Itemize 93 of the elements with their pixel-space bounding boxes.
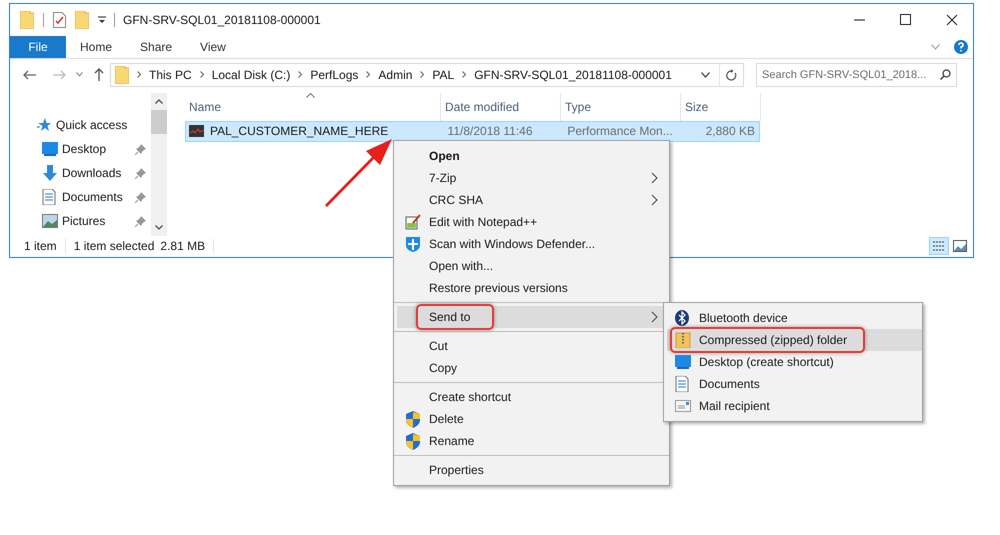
address-bar[interactable]: This PC Local Disk (C:) PerfLogs Admin PAL GFN-SRV-SQL01_20181108-000001 [110,62,744,87]
menu-item[interactable]: Create shortcut [397,386,666,408]
menu-item[interactable]: Copy [397,357,666,379]
menu-item[interactable]: Open [397,145,666,167]
menu-item[interactable]: Edit with Notepad++ [397,211,666,233]
date-cell-text: 11/8/2018 11:46 [446,123,534,140]
breadcrumb[interactable]: PAL [432,66,454,84]
chevron-down-icon[interactable] [701,72,710,78]
breadcrumb[interactable]: This PC [149,66,192,84]
chevron-right-icon [651,172,658,184]
file-row[interactable]: PAL_CUSTOMER_NAME_HERE 11/8/2018 11:46 Performance Mon... 2,880 KB [185,120,760,142]
notepad-icon [405,214,421,230]
menu-item[interactable]: Documents [667,373,922,395]
breadcrumb-separator-icon[interactable] [366,71,370,78]
scrollbar[interactable] [151,92,167,236]
breadcrumb[interactable]: Admin [378,66,412,84]
folder-icon [75,10,89,29]
envelope-icon [675,400,691,412]
breadcrumb-separator-icon[interactable] [462,71,466,78]
help-icon[interactable] [954,40,968,54]
monitor-icon [675,355,691,369]
item-count: 1 item [24,238,57,256]
ribbon-tab[interactable]: View [186,36,240,58]
annotation-arrow [322,137,394,209]
shield-icon [405,432,421,450]
picture-icon [42,214,58,228]
star-icon [36,116,52,133]
chevron-right-icon [651,194,658,206]
menu-item[interactable]: Open with... [397,255,666,277]
selection-size: 2.81 MB [160,238,206,256]
breadcrumb-separator-icon[interactable] [298,71,302,78]
refresh-icon[interactable] [726,68,737,81]
pin-icon[interactable] [135,166,147,179]
pin-icon[interactable] [135,142,147,155]
properties-icon[interactable] [53,12,66,28]
up-arrow-icon[interactable] [94,68,104,82]
scroll-up-icon[interactable] [155,98,163,104]
scroll-down-icon[interactable] [155,224,163,230]
file-name: PAL_CUSTOMER_NAME_HERE [210,123,390,140]
menu-item[interactable]: Desktop (create shortcut) [667,351,922,373]
bluetooth-icon [675,310,689,326]
thumbnails-view-icon[interactable] [953,240,967,252]
menu-item[interactable]: Bluetooth device [667,307,922,329]
menu-item[interactable]: Properties [397,459,666,481]
breadcrumb[interactable]: GFN-SRV-SQL01_20181108-000001 [474,66,672,84]
breadcrumb-separator-icon[interactable] [137,71,141,78]
menu-item[interactable]: Delete [397,408,666,430]
download-icon [42,164,58,181]
breadcrumb-separator-icon[interactable] [420,71,424,78]
document-icon [675,376,689,392]
chevron-right-icon [651,311,658,323]
menu-item[interactable]: Rename [397,430,666,452]
back-arrow-icon[interactable] [23,70,36,80]
sort-caret-icon [306,92,315,98]
menu-item[interactable]: Restore previous versions [397,277,666,299]
shield-icon [405,410,421,428]
document-icon [42,188,56,205]
details-view-icon[interactable] [929,237,949,256]
search-field[interactable]: Search GFN-SRV-SQL01_2018... [756,62,957,87]
pin-icon[interactable] [135,190,147,203]
chart-file-icon [189,125,204,138]
size-cell-text: 2,880 KB [704,123,756,140]
navigation-item[interactable]: Documents [10,184,151,209]
menu-item[interactable]: Cut [397,335,666,357]
window-title: GFN-SRV-SQL01_20181108-000001 [123,12,322,29]
menu-item[interactable]: Compressed (zipped) folder [667,329,922,351]
navigation-item[interactable]: Downloads [10,160,151,185]
breadcrumb[interactable]: Local Disk (C:) [212,66,290,84]
navigation-item[interactable]: Quick access [10,112,151,137]
pin-icon[interactable] [135,214,147,227]
monitor-icon [42,142,58,156]
shield-icon [405,236,421,252]
breadcrumb[interactable]: PerfLogs [310,66,358,84]
ribbon-tab[interactable]: Home [66,36,126,58]
menu-item[interactable]: CRC SHA [397,189,666,211]
folder-icon [115,66,129,84]
maximize-icon[interactable] [900,14,912,26]
menu-item[interactable]: Scan with Windows Defender... [397,233,666,255]
selection-status: 1 item selected [74,238,154,256]
ribbon-tab[interactable]: Share [126,36,186,58]
navigation-item[interactable]: Pictures [10,208,151,233]
search-icon[interactable] [940,69,951,80]
zip-folder-icon [675,332,691,348]
menu-item[interactable]: Mail recipient [667,395,922,417]
folder-icon [20,10,34,29]
breadcrumb-separator-icon[interactable] [200,71,204,78]
close-icon[interactable] [946,14,958,26]
menu-item[interactable]: 7-Zip [397,167,666,189]
dropdown-icon[interactable] [98,16,106,24]
navigation-item[interactable]: Desktop [10,136,151,161]
menu-item[interactable]: Send to [397,306,666,328]
type-cell-text: Performance Mon... [566,123,674,140]
scroll-thumb[interactable] [151,110,167,134]
